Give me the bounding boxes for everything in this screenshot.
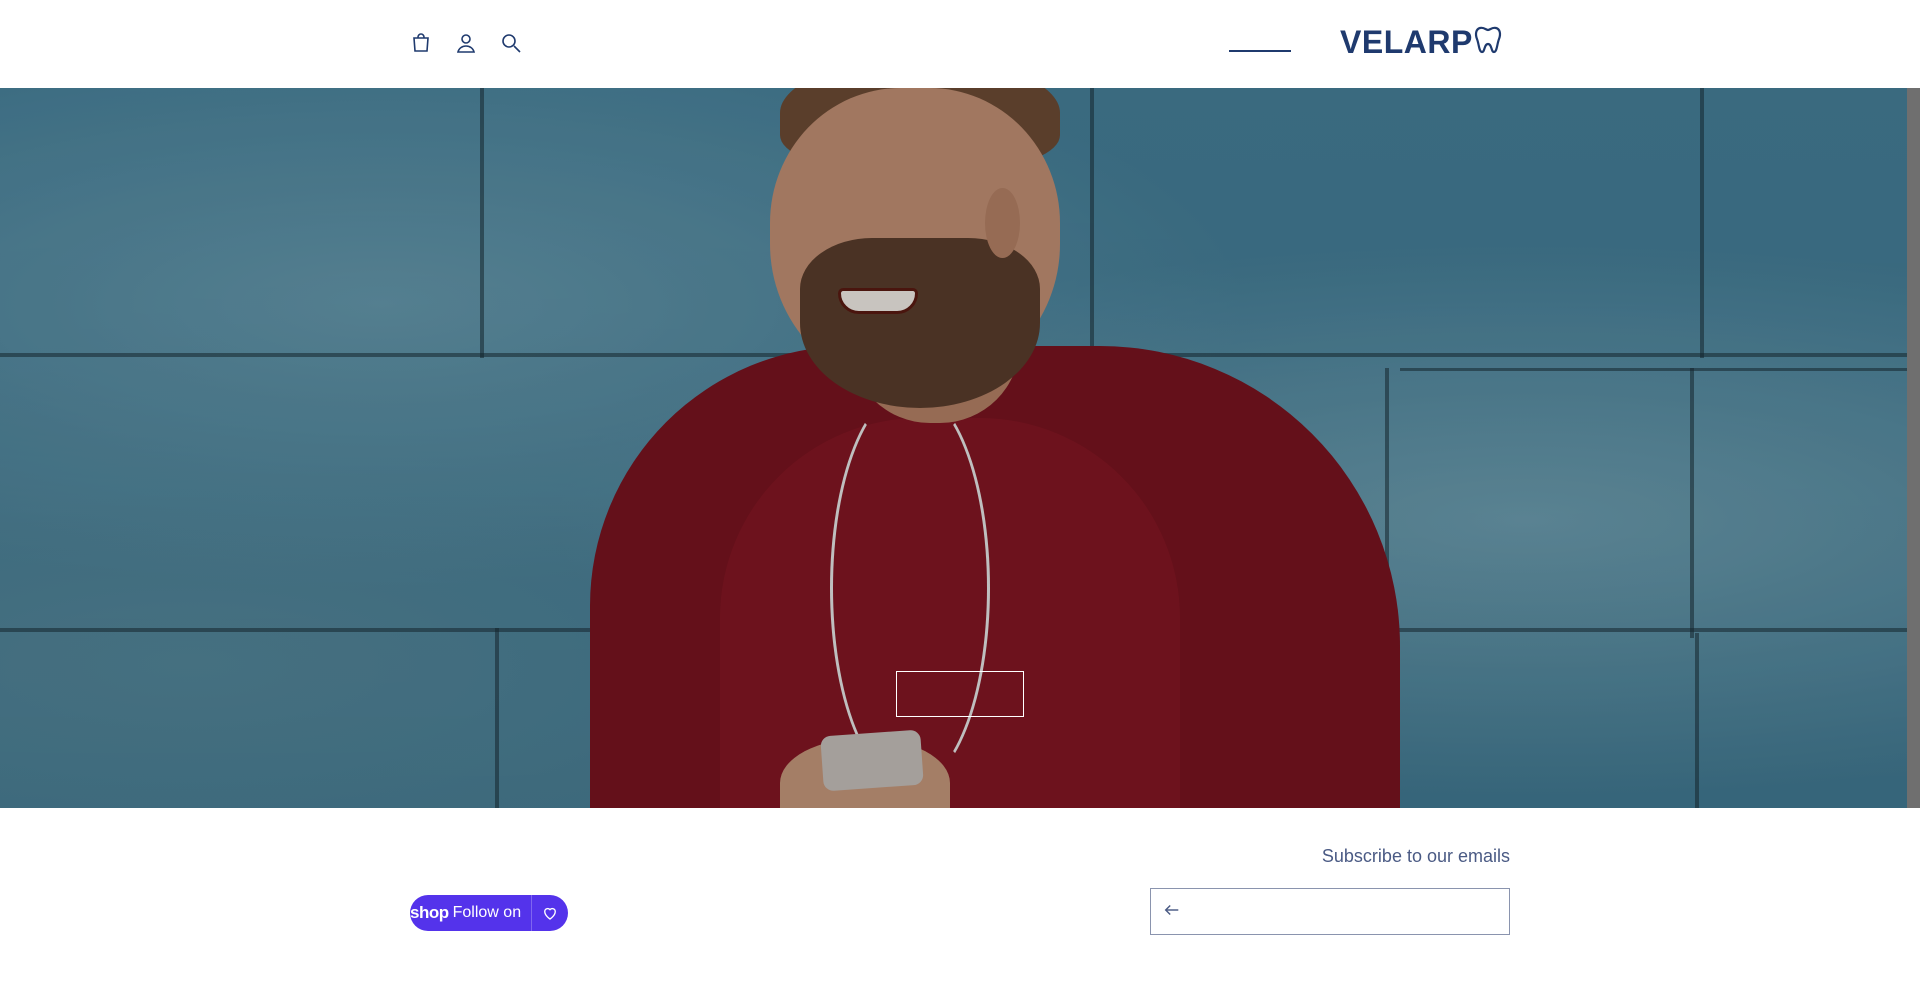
shop-follow-label: Follow on [452,904,522,921]
hero-cta-button[interactable] [896,671,1024,717]
site-header: VELARP [0,0,1920,88]
logo-text: VELARP [1340,23,1473,60]
hero-scrollbar[interactable] [1907,88,1920,808]
shop-divider [531,895,533,931]
arrow-left-icon[interactable] [1163,901,1185,923]
heart-icon [540,903,560,923]
nav-menu-underline[interactable] [1229,50,1291,52]
hero-banner [0,88,1907,808]
account-icon[interactable] [453,30,479,56]
shop-logo: shop [410,903,449,922]
tooth-icon [1473,25,1502,60]
header-icons [408,30,524,56]
site-logo[interactable]: VELARP [1340,24,1502,60]
email-field[interactable] [1196,889,1496,934]
cart-icon[interactable] [408,30,434,56]
shop-follow-button[interactable]: shop Follow on [410,895,568,931]
site-footer: Subscribe to our emails shop Follow on [0,808,1920,993]
newsletter-title: Subscribe to our emails [1321,846,1510,866]
search-icon[interactable] [498,30,524,56]
newsletter-form [1150,888,1510,935]
